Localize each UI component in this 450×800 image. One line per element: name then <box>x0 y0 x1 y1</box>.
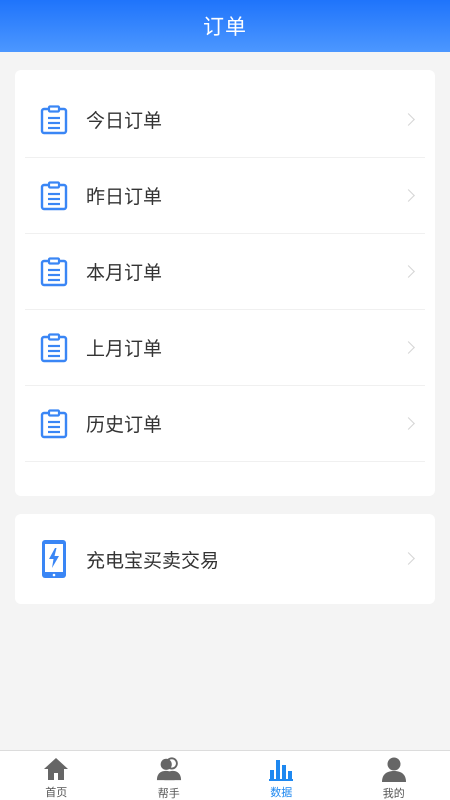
tab-home[interactable]: 首页 <box>0 751 113 800</box>
trade-card: 充电宝买卖交易 <box>15 514 435 604</box>
chevron-right-icon <box>402 340 415 354</box>
orders-card: 今日订单 昨日订单 本月订单 上月订单 历史订单 <box>15 70 435 496</box>
phone-charge-icon <box>39 540 69 578</box>
list-item-label: 上月订单 <box>86 338 163 360</box>
tab-label: 帮手 <box>157 787 180 800</box>
users-icon <box>156 756 182 782</box>
app-header: 订单 <box>0 0 450 52</box>
home-icon <box>43 756 69 781</box>
list-item-label: 充电宝买卖交易 <box>86 549 220 572</box>
list-item-this-month-orders[interactable]: 本月订单 <box>25 234 425 310</box>
clipboard-icon <box>39 256 69 287</box>
person-icon <box>381 756 407 782</box>
tab-label: 首页 <box>45 786 68 799</box>
tab-label: 我的 <box>382 787 405 800</box>
clipboard-icon <box>39 408 69 439</box>
page-title: 订单 <box>203 15 247 39</box>
tab-label: 数据 <box>270 786 293 799</box>
chevron-right-icon <box>402 112 415 126</box>
clipboard-icon <box>39 180 69 211</box>
tab-mine[interactable]: 我的 <box>338 751 450 800</box>
chevron-right-icon <box>402 552 415 565</box>
chevron-right-icon <box>402 264 415 278</box>
list-item-label: 今日订单 <box>86 110 163 132</box>
list-item-label: 本月订单 <box>86 262 163 284</box>
tab-data[interactable]: 数据 <box>225 751 338 800</box>
list-item-label: 历史订单 <box>86 414 163 436</box>
chevron-right-icon <box>402 188 415 202</box>
list-item-yesterday-orders[interactable]: 昨日订单 <box>25 158 425 234</box>
clipboard-icon <box>39 104 69 135</box>
list-item-label: 昨日订单 <box>86 186 163 208</box>
list-item-powerbank-trade[interactable]: 充电宝买卖交易 <box>25 521 425 597</box>
chevron-right-icon <box>402 416 415 430</box>
clipboard-icon <box>39 332 69 363</box>
list-item-today-orders[interactable]: 今日订单 <box>25 82 425 158</box>
tab-helper[interactable]: 帮手 <box>113 751 226 800</box>
list-item-last-month-orders[interactable]: 上月订单 <box>25 310 425 386</box>
bar-chart-icon <box>268 756 294 781</box>
bottom-tab-bar: 首页 帮手 数据 我的 <box>0 750 450 800</box>
list-item-history-orders[interactable]: 历史订单 <box>25 386 425 462</box>
